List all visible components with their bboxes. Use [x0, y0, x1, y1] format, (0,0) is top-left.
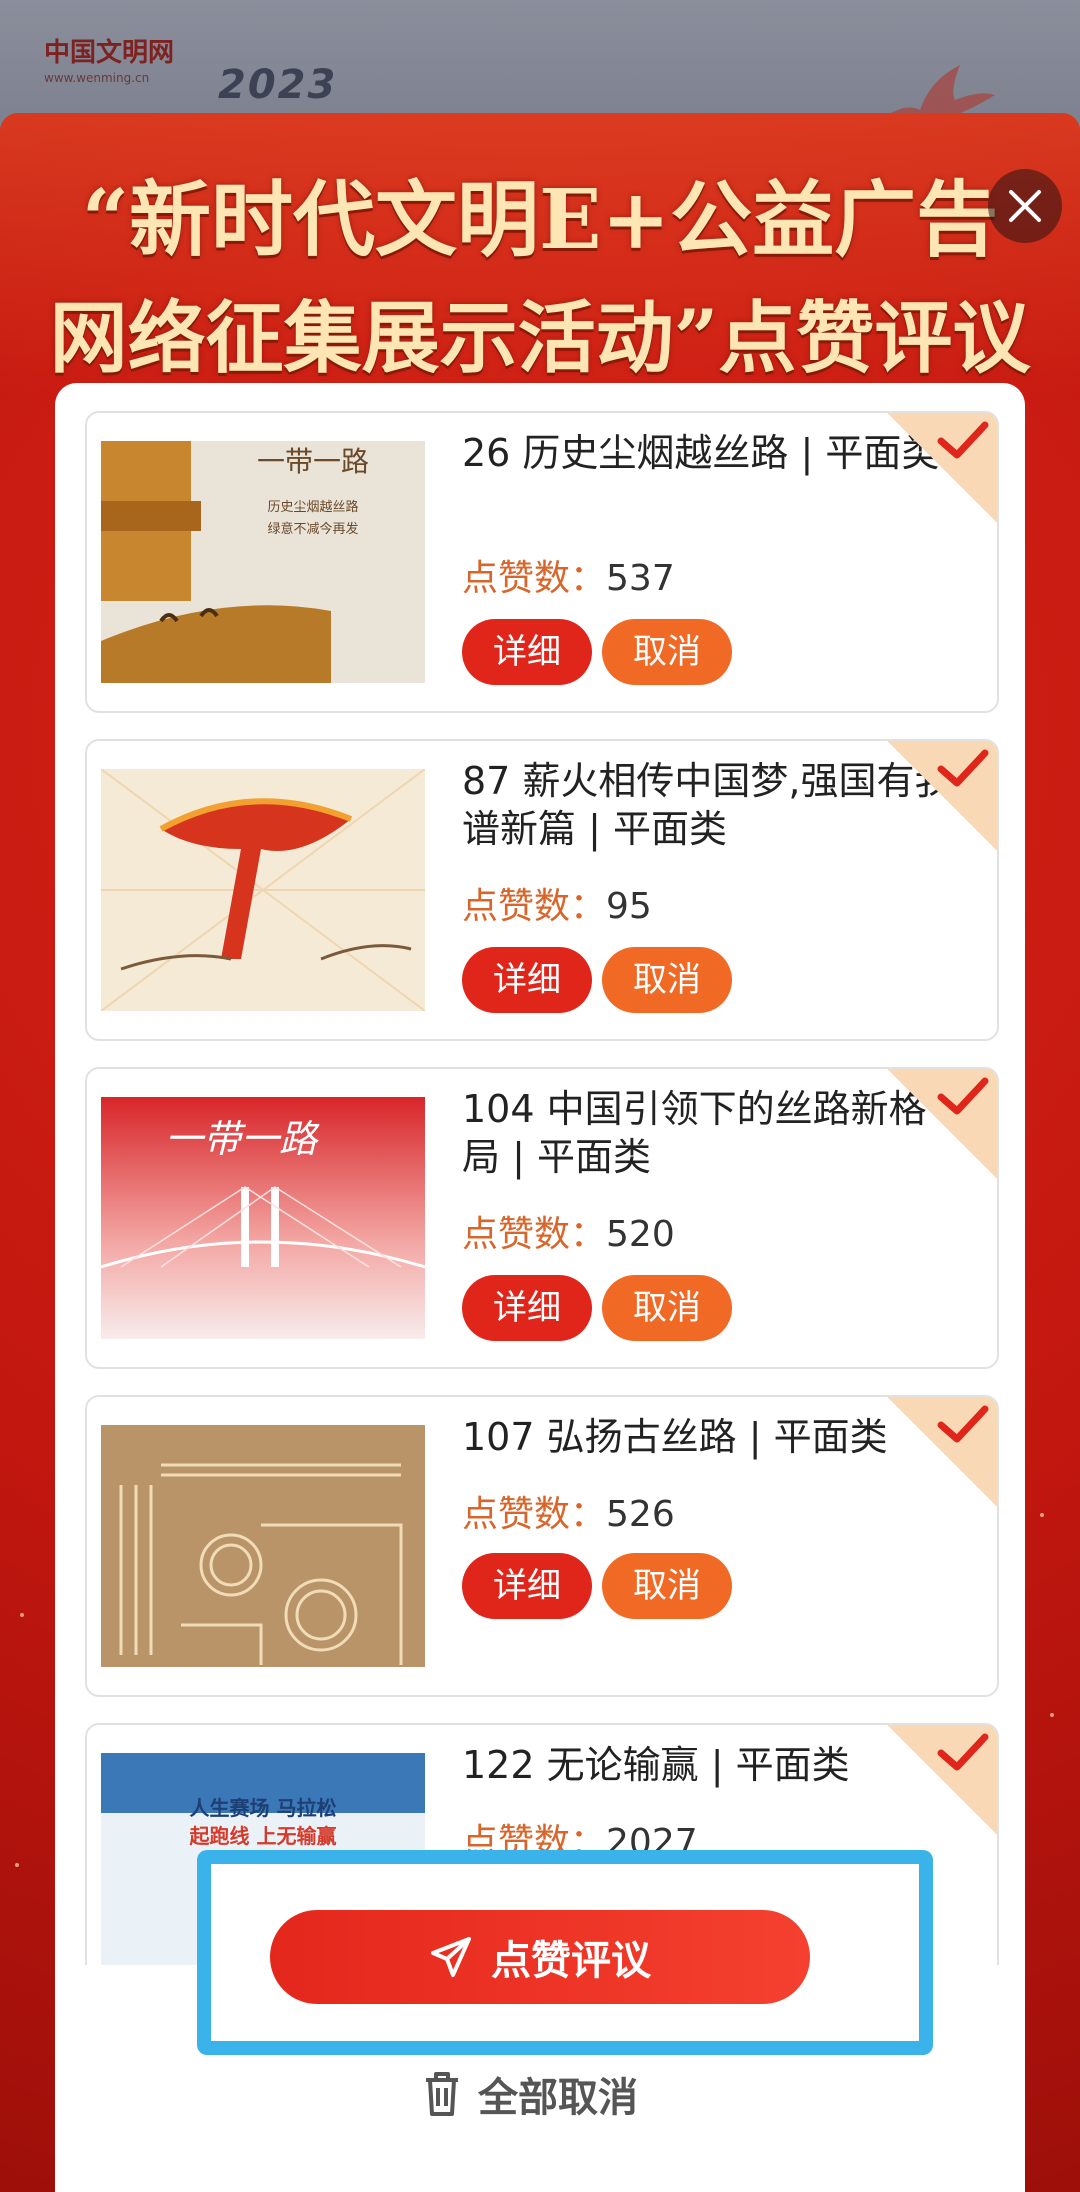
list-item: 一带一路 104 中国引领下的丝路新格局 | 平面类 点赞数：520 详细 取消: [85, 1067, 999, 1369]
thumbnail-text: 绿意不减今再发: [267, 521, 358, 537]
trash-icon: [426, 2072, 458, 2116]
list-item: 87 薪火相传中国梦,强国有我谱新篇 | 平面类 点赞数：95 详细 取消: [85, 739, 999, 1041]
check-icon: [937, 749, 989, 787]
work-thumbnail[interactable]: [101, 1425, 425, 1667]
logo-url: www.wenming.cn: [44, 71, 150, 85]
thumbnail-text: 人生赛场 马拉松: [190, 1796, 337, 1820]
like-count: 点赞数：537: [462, 549, 675, 601]
like-count-label: 点赞数：: [462, 558, 607, 599]
check-icon: [937, 1077, 989, 1115]
close-button[interactable]: [988, 169, 1062, 243]
work-thumbnail[interactable]: [101, 769, 425, 1011]
year-text: 2023: [218, 62, 338, 108]
list-item: 一带一路 历史尘烟越丝路 绿意不减今再发 26 历史尘烟越丝路 | 平面类 点赞…: [85, 411, 999, 713]
site-logo: 中国文明网 www.wenming.cn: [44, 32, 174, 92]
thumbnail-text: 历史尘烟越丝路: [267, 499, 358, 515]
like-count: 点赞数：520: [462, 1205, 675, 1257]
like-count-label: 点赞数：: [462, 1494, 607, 1535]
like-count-label: 点赞数：: [462, 886, 607, 927]
like-count-label: 点赞数：: [462, 1214, 607, 1255]
cancel-all-button[interactable]: 全部取消: [420, 2064, 638, 2124]
like-count: 点赞数：95: [462, 877, 652, 929]
selected-works-list[interactable]: 一带一路 历史尘烟越丝路 绿意不减今再发 26 历史尘烟越丝路 | 平面类 点赞…: [55, 383, 1025, 1965]
check-icon: [937, 1733, 989, 1771]
work-thumbnail[interactable]: 一带一路 历史尘烟越丝路 绿意不减今再发: [101, 441, 425, 683]
thumbnail-title: 一带一路: [257, 445, 369, 478]
detail-button[interactable]: 详细: [462, 619, 592, 685]
detail-button[interactable]: 详细: [462, 1275, 592, 1341]
check-icon: [937, 421, 989, 459]
list-item: 107 弘扬古丝路 | 平面类 点赞数：526 详细 取消: [85, 1395, 999, 1697]
thumbnail-text: 起跑线 上无输赢: [189, 1824, 337, 1848]
cancel-button[interactable]: 取消: [602, 619, 732, 685]
cancel-button[interactable]: 取消: [602, 1553, 732, 1619]
cancel-button[interactable]: 取消: [602, 947, 732, 1013]
work-thumbnail[interactable]: 一带一路: [101, 1097, 425, 1339]
like-count: 点赞数：526: [462, 1485, 675, 1537]
submit-vote-button[interactable]: 点赞评议: [270, 1910, 810, 2004]
cancel-button[interactable]: 取消: [602, 1275, 732, 1341]
logo-text: 中国文明网: [44, 38, 175, 68]
submit-vote-label: 点赞评议: [491, 1938, 651, 1984]
detail-button[interactable]: 详细: [462, 947, 592, 1013]
detail-button[interactable]: 详细: [462, 1553, 592, 1619]
modal-title-line-2: 网络征集展示活动”点赞评议: [49, 293, 1031, 384]
like-count-value: 526: [606, 1494, 675, 1535]
like-count-value: 520: [606, 1214, 675, 1255]
cancel-all-label: 全部取消: [478, 2075, 638, 2121]
close-icon: [1009, 190, 1041, 222]
like-count-value: 537: [606, 558, 675, 599]
check-icon: [937, 1405, 989, 1443]
send-icon: [431, 1937, 471, 1977]
like-count-value: 95: [606, 886, 652, 927]
modal-title-line-1: “新时代文明E+公益广告: [81, 172, 999, 268]
thumbnail-title: 一带一路: [165, 1117, 320, 1161]
